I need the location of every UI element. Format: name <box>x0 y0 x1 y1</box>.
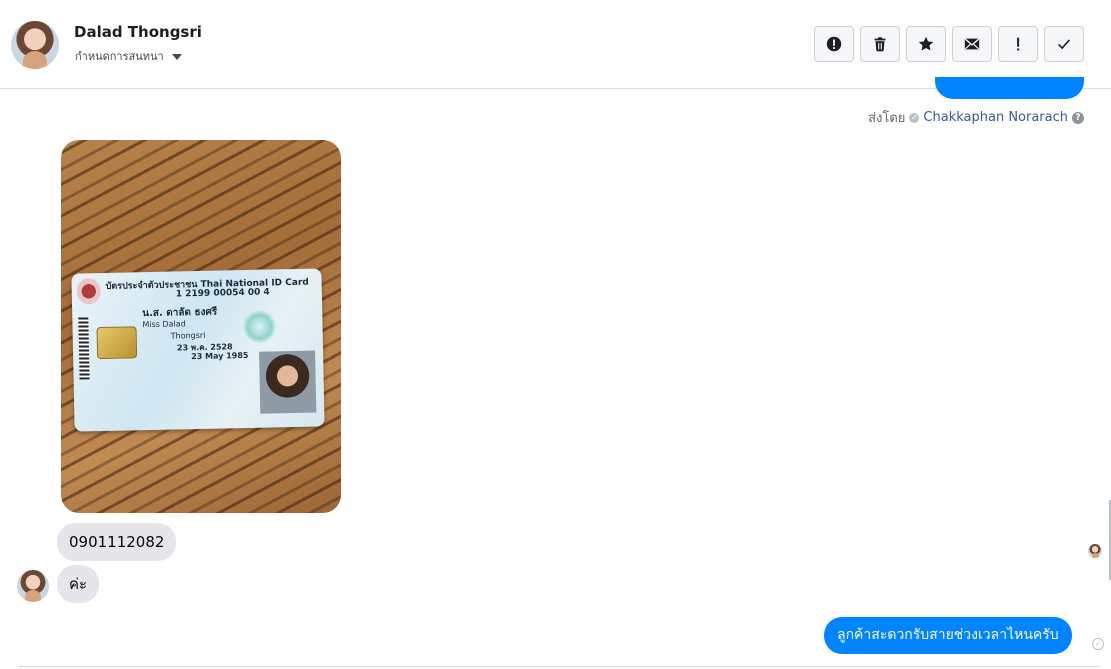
emblem-icon <box>76 278 102 305</box>
message-outgoing[interactable]: ลูกค้าสะดวกรับสายช่วงเวลาไหนครับ <box>824 617 1072 654</box>
conversation-header: Dalad Thongsri กำหนดการสนทนา <box>0 0 1111 89</box>
sent-check-icon: ✓ <box>1092 638 1104 650</box>
sender-avatar <box>17 570 49 602</box>
trash-icon <box>874 37 886 52</box>
conversation-schedule-label: กำหนดการสนทนา <box>75 50 164 63</box>
hologram <box>242 309 277 345</box>
check-icon <box>1058 39 1071 50</box>
seen-avatar <box>1088 544 1102 558</box>
sent-by-line: ส่งโดย ✓ Chakkaphan Norarach ? <box>868 107 1084 128</box>
message-reply[interactable]: ค่ะ <box>57 565 100 603</box>
id-card-dob-en: 23 May 1985 <box>191 350 249 362</box>
alert-circle-icon <box>826 36 842 52</box>
star-icon <box>918 36 934 51</box>
previous-outgoing-bubble <box>935 77 1084 99</box>
sent-by-prefix: ส่งโดย <box>868 111 906 126</box>
mark-done-button[interactable] <box>1044 26 1084 62</box>
chip-icon <box>96 326 138 360</box>
id-card-lastname-en: Thongsri <box>170 330 206 341</box>
envelope-icon <box>964 38 980 50</box>
delete-button[interactable] <box>860 26 900 62</box>
id-portrait <box>259 350 317 414</box>
barcode <box>78 317 90 380</box>
id-card-number: 1 2199 00054 00 4 <box>175 287 270 300</box>
exclamation-icon <box>1017 37 1020 51</box>
conversation-schedule-dropdown[interactable]: กำหนดการสนทนา <box>75 47 182 65</box>
agent-name-link[interactable]: Chakkaphan Norarach <box>923 110 1068 125</box>
conversation-toolbar <box>814 26 1084 62</box>
id-card-photo[interactable]: บัตรประจำตัวประชาชน Thai National ID Car… <box>61 140 341 513</box>
star-button[interactable] <box>906 26 946 62</box>
follow-up-button[interactable] <box>998 26 1038 62</box>
contact-name[interactable]: Dalad Thongsri <box>74 23 202 41</box>
id-card-name-en: Miss Dalad <box>142 319 186 330</box>
mark-spam-button[interactable] <box>814 26 854 62</box>
caret-down-icon <box>171 54 182 60</box>
verified-icon: ✓ <box>909 112 920 123</box>
help-icon[interactable]: ? <box>1072 111 1084 124</box>
mark-unread-button[interactable] <box>952 26 992 62</box>
composer-divider <box>18 666 1100 667</box>
message-phone-number[interactable]: 0901112082 <box>57 523 177 561</box>
id-card: บัตรประจำตัวประชาชน Thai National ID Car… <box>71 268 325 432</box>
contact-avatar[interactable] <box>11 21 59 69</box>
